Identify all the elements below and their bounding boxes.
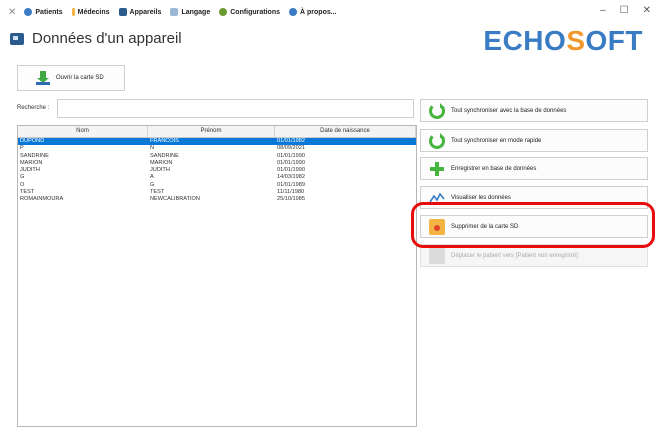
menu-langage[interactable]: Langage [170,8,210,16]
patients-table[interactable]: Nom Prénom Date de naissance DUPOND FRANC… [17,125,417,427]
logo-oft: OFT [585,25,643,56]
cell-date: 14/03/1982 [277,174,305,181]
table-row[interactable]: O G 01/01/1989 [18,182,416,189]
logo-s: S [566,25,586,56]
action-button-5[interactable]: Supprimer de la carte SD [420,215,648,238]
cell-prenom: A [150,174,154,181]
cell-nom: SANDRINE [20,152,49,159]
cell-date: 01/01/1990 [277,159,305,166]
open-sd-card-label: Ouvrir la carte SD [56,75,104,81]
menu-a-propos[interactable]: À propos... [289,8,337,16]
cell-date: 11/11/1980 [277,189,305,196]
action-button-4[interactable]: Visualiser les données [420,186,648,209]
cell-date: 01/01/1990 [277,167,305,174]
cell-nom: TEST [20,189,35,196]
action-button-3[interactable]: Enregistrer en base de données [420,157,648,180]
open-sd-card-button[interactable]: Ouvrir la carte SD [17,65,125,91]
menu-patients[interactable]: Patients [24,8,63,16]
chart-icon [429,190,445,206]
plus-icon [429,161,445,177]
app-close-icon[interactable]: ✕ [8,7,16,18]
table-row[interactable]: G A 14/03/1982 [18,174,416,181]
table-body: DUPOND FRANCOIS 01/01/1982 P N 08/09/2021 SAND… [18,138,416,204]
menu-appareils-label: Appareils [129,8,162,16]
page-title: Données d'un appareil [32,30,182,47]
action-label: Déplacer le patient vers [Patient non en… [451,252,578,259]
info-icon [289,8,298,16]
cell-prenom: NEWCALIBRATION [150,196,200,203]
cell-date: 01/01/1989 [277,181,305,188]
gear-icon [219,8,228,16]
menu-bar: ✕ Patients Médecins Appareils Langage Co… [0,0,657,24]
cell-prenom: TEST [150,189,165,196]
window-controls: – ☐ ✕ [600,5,651,16]
cell-date: 01/01/1982 [277,138,305,144]
action-label: Enregistrer en base de données [451,165,537,172]
table-row[interactable]: P N 08/09/2021 [18,145,416,152]
table-row[interactable]: SANDRINE SANDRINE 01/01/1990 [18,153,416,160]
menu-a-propos-label: À propos... [300,8,337,16]
column-header-date[interactable]: Date de naissance [275,126,416,137]
cell-nom: JUDITH [20,167,40,174]
table-row[interactable]: MARION MARION 01/01/1990 [18,160,416,167]
menu-patients-label: Patients [35,8,63,16]
doctors-icon [71,8,75,16]
menu-medecins-label: Médecins [77,8,110,16]
download-icon [36,71,50,85]
cell-nom: G [20,174,25,181]
sd-card-delete-icon [429,218,445,235]
patients-icon [24,8,33,16]
cell-nom: O [20,181,25,188]
table-row[interactable]: JUDITH JUDITH 01/01/1990 [18,167,416,174]
action-label: Visualiser les données [451,194,511,201]
menu-langage-label: Langage [181,8,211,16]
minimize-button[interactable]: – [600,5,606,16]
action-label: Tout synchroniser avec la base de donnée… [451,107,567,114]
cell-date: 01/01/1990 [277,152,305,159]
sync-icon [429,132,445,149]
language-icon [170,8,179,16]
cell-nom: P [20,145,24,152]
cell-date: 08/09/2021 [277,145,305,152]
menu-configurations[interactable]: Configurations [219,8,280,16]
maximize-button[interactable]: ☐ [620,5,629,16]
table-row[interactable]: TEST TEST 11/11/1980 [18,189,416,196]
sync-icon [429,102,445,119]
cell-nom: MARION [20,159,43,166]
cell-prenom: MARION [150,159,173,166]
devices-icon [118,8,127,16]
echosoft-logo: ECHOSOFT [483,25,643,57]
page-header: Données d'un appareil [10,30,182,47]
cell-prenom: N [150,145,155,152]
action-button-6: Déplacer le patient vers [Patient non en… [420,244,648,267]
search-input[interactable] [57,99,414,118]
action-button-2[interactable]: Tout synchroniser en mode rapide [420,129,648,152]
action-label: Tout synchroniser en mode rapide [451,137,542,144]
cell-nom: ROMAINMOURA [20,196,64,203]
menu-medecins[interactable]: Médecins [71,8,110,16]
cell-prenom: JUDITH [150,167,170,174]
menu-configurations-label: Configurations [230,8,281,16]
column-header-prenom[interactable]: Prénom [148,126,275,137]
action-label: Supprimer de la carte SD [451,223,519,230]
close-button[interactable]: ✕ [643,5,651,16]
search-label: Recherche : [17,105,50,111]
device-icon [10,32,24,45]
logo-echo: ECHO [483,25,567,56]
cell-prenom: FRANCOIS [150,138,179,144]
cell-prenom: G [150,181,155,188]
table-row[interactable]: ROMAINMOURA NEWCALIBRATION 25/10/1985 [18,196,416,203]
column-header-nom[interactable]: Nom [18,126,148,137]
action-button-1[interactable]: Tout synchroniser avec la base de donnée… [420,99,648,122]
menu-appareils[interactable]: Appareils [118,8,162,16]
cell-nom: DUPOND [20,138,45,144]
table-row[interactable]: DUPOND FRANCOIS 01/01/1982 [18,138,416,146]
move-icon [429,247,445,264]
cell-date: 25/10/1985 [277,196,305,203]
cell-prenom: SANDRINE [150,152,179,159]
table-header: Nom Prénom Date de naissance [18,126,416,138]
